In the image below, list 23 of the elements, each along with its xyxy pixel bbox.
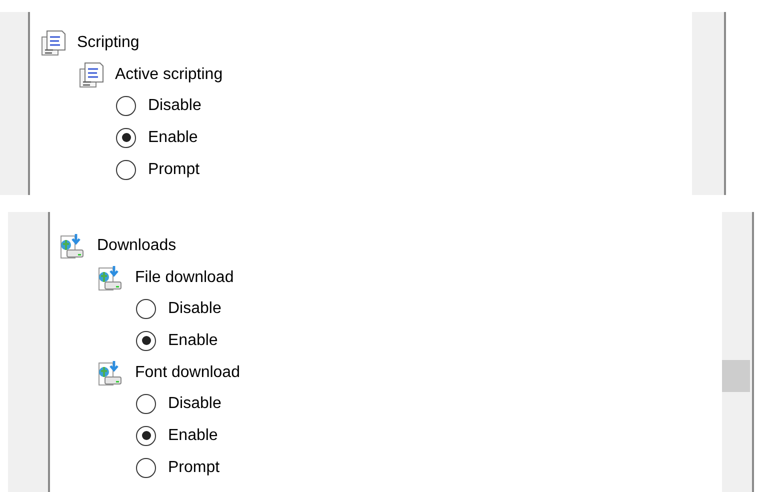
setting-label: File download (135, 268, 234, 287)
option-label[interactable]: Disable (148, 97, 202, 116)
setting-label: Font download (135, 364, 240, 382)
radio-button[interactable] (136, 426, 156, 446)
option-label[interactable]: Enable (168, 426, 218, 445)
option-label[interactable]: Prompt (148, 160, 200, 179)
option-label[interactable]: Disable (168, 395, 222, 414)
option-label[interactable]: Prompt (168, 458, 220, 477)
radio-button[interactable] (116, 96, 136, 116)
setting-label: Active scripting (115, 66, 223, 84)
option-label[interactable]: Disable (168, 300, 222, 318)
option-label[interactable]: Enable (168, 332, 218, 350)
category-label: Downloads (97, 236, 176, 255)
radio-button[interactable] (136, 299, 156, 320)
option-label[interactable]: Enable (148, 128, 198, 147)
scrollbar-thumb[interactable] (722, 360, 750, 392)
radio-button[interactable] (116, 160, 136, 180)
category-label: Scripting (77, 34, 140, 52)
scrollbar[interactable] (722, 212, 754, 492)
radio-button[interactable] (116, 128, 136, 148)
radio-button[interactable] (136, 394, 156, 414)
radio-button[interactable] (136, 458, 156, 478)
radio-button[interactable] (136, 330, 156, 351)
